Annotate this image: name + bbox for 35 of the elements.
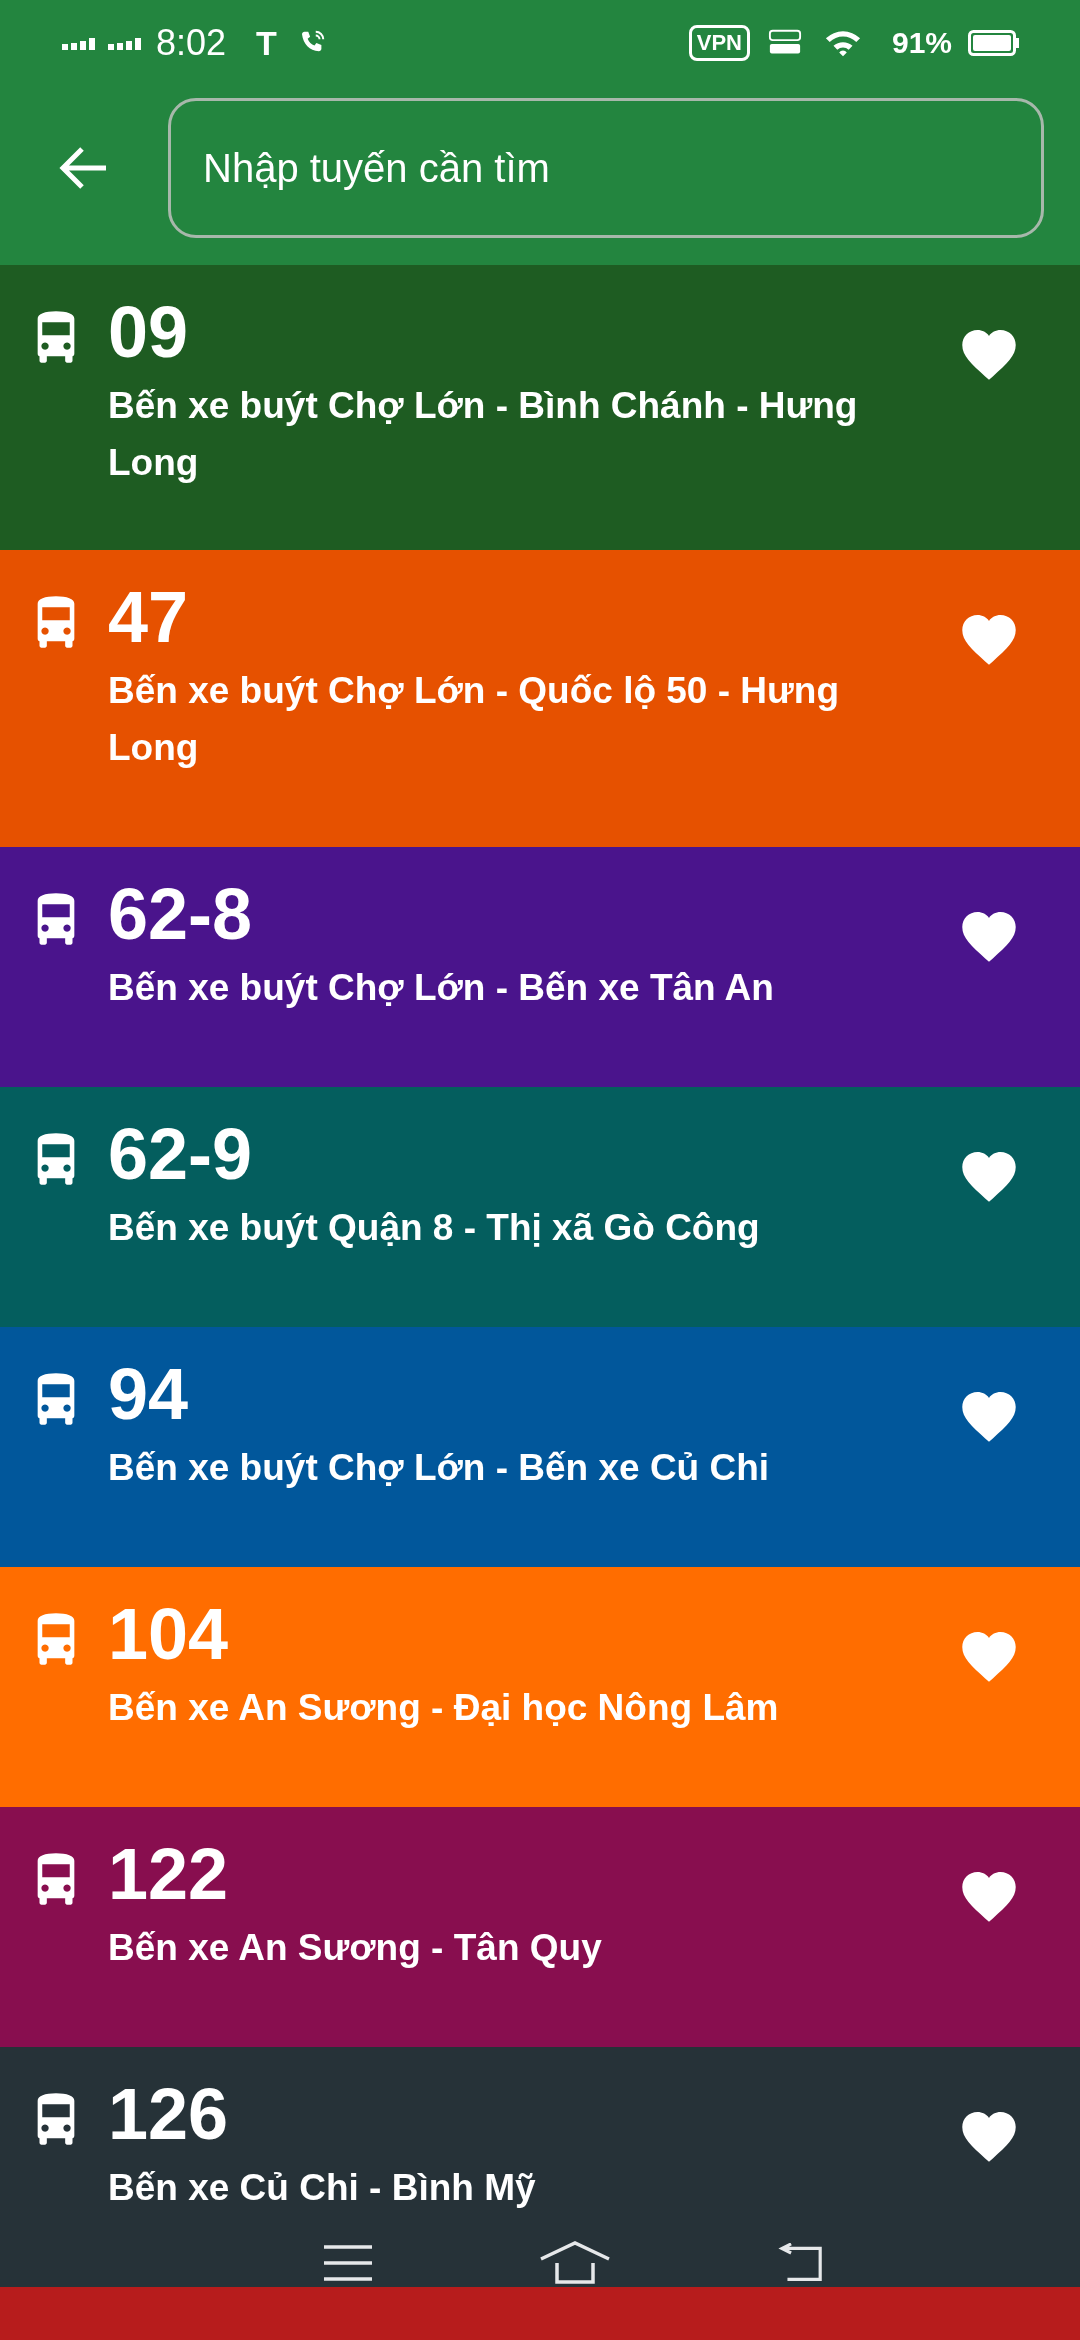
battery-icon [968, 30, 1020, 56]
route-name: Bến xe buýt Chợ Lớn - Bến xe Tân An [108, 966, 775, 1010]
route-name: Bến xe buýt Chợ Lớn - Bình Chánh - Hưng Long [108, 384, 859, 485]
route-name: Bến xe Củ Chi - Bình Mỹ [108, 2166, 537, 2210]
route-name: Bến xe An Sương - Đại học Nông Lâm [108, 1686, 780, 1730]
route-card[interactable]: 94 Bến xe buýt Chợ Lớn - Bến xe Củ Chi [0, 1327, 1080, 1567]
route-number: 94 [108, 1353, 190, 1436]
route-card[interactable]: 47 Bến xe buýt Chợ Lớn - Quốc lộ 50 - Hưng Long [0, 550, 1080, 847]
status-time: 8:02 [156, 22, 227, 64]
back-arrow-icon[interactable] [58, 146, 108, 190]
route-name: Bến xe buýt Chợ Lớn - Bến xe Củ Chi [108, 1446, 771, 1490]
home-icon[interactable] [539, 2241, 611, 2285]
route-card[interactable]: 62-9 Bến xe buýt Quận 8 - Thị xã Gò Công [0, 1087, 1080, 1327]
route-name: Bến xe buýt Quận 8 - Thị xã Gò Công [108, 1206, 761, 1250]
route-name: Bến xe buýt Chợ Lớn - Quốc lộ 50 - Hưng Long [108, 669, 841, 770]
carrier-label: T [256, 23, 277, 63]
search-field[interactable]: Nhập tuyến cần tìm [168, 98, 1044, 238]
route-number: 09 [108, 291, 190, 374]
route-number: 122 [108, 1833, 230, 1916]
signal-icon [62, 36, 98, 50]
route-number: 62-9 [108, 1113, 254, 1196]
wifi-icon [823, 28, 862, 58]
route-number: 126 [108, 2073, 230, 2156]
route-number: 47 [108, 576, 190, 659]
route-card[interactable]: 126 Bến xe Củ Chi - Bình Mỹ [0, 2047, 1080, 2287]
vpn-badge: VPN [688, 25, 750, 61]
route-name: Bến xe An Sương - Tân Quy [108, 1926, 603, 1970]
battery-percent: 91% [891, 26, 952, 60]
route-card[interactable]: 09 Bến xe buýt Chợ Lớn - Bình Chánh - Hưng Long [0, 265, 1080, 550]
route-number: 104 [108, 1593, 230, 1676]
signal-icon [108, 36, 144, 50]
menu-icon[interactable] [322, 2243, 375, 2283]
route-number: 62-8 [108, 873, 254, 956]
route-card[interactable]: 62-8 Bến xe buýt Chợ Lớn - Bến xe Tân An [0, 847, 1080, 1087]
route-card[interactable]: 122 Bến xe An Sương - Tân Quy [0, 1807, 1080, 2047]
